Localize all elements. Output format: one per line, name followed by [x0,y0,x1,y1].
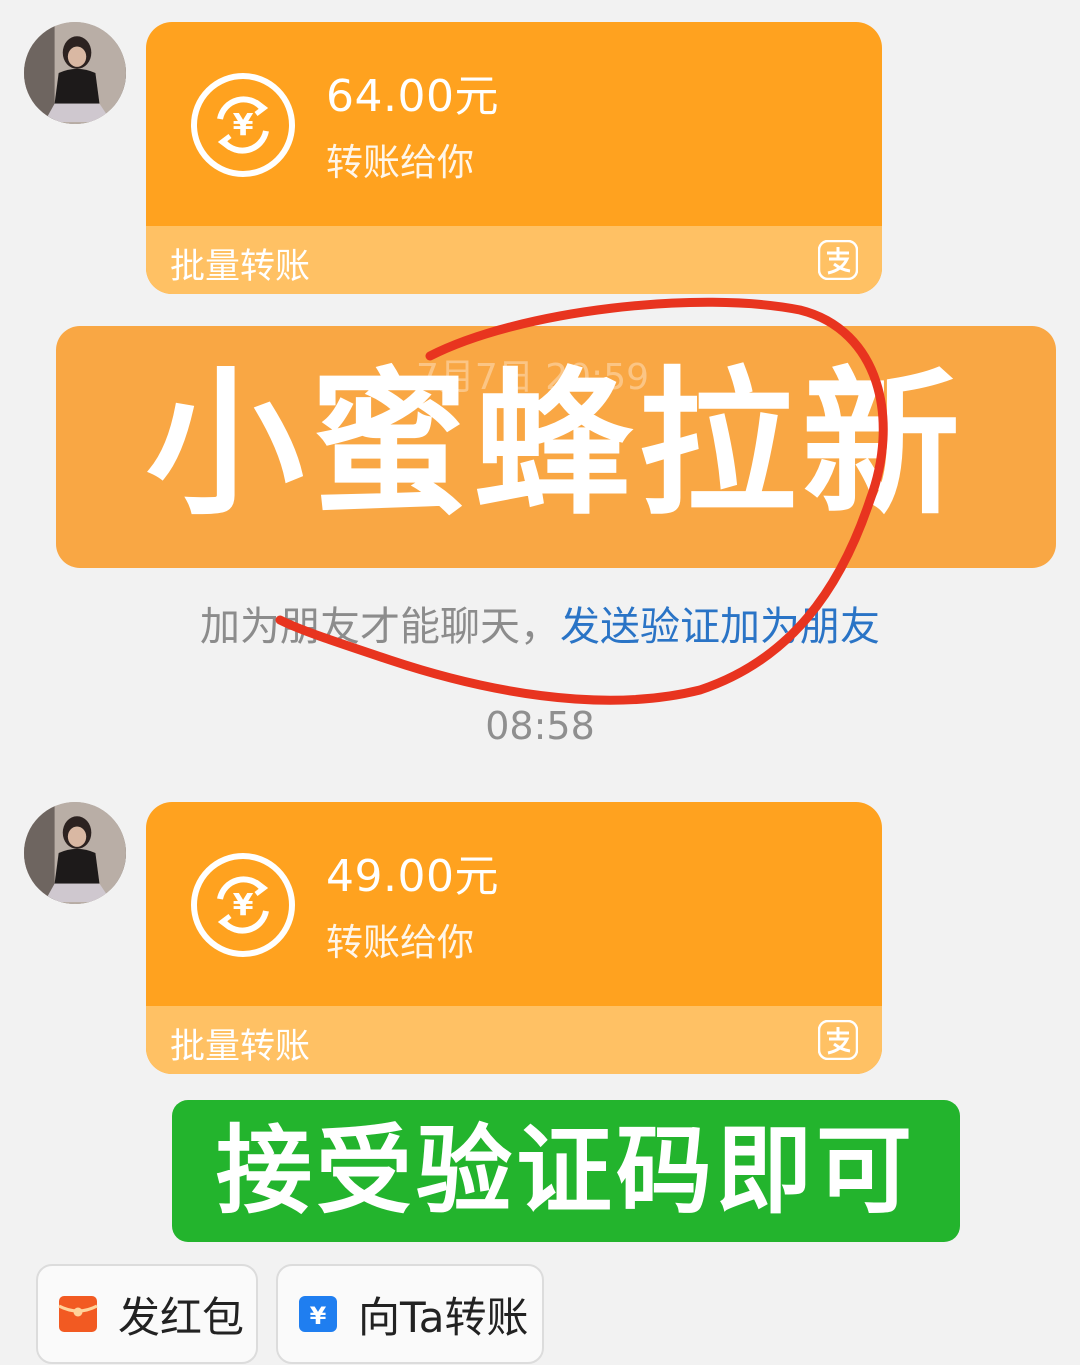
instruction-banner: 接受验证码即可 [172,1100,960,1242]
alipay-icon [818,240,858,280]
transfer-amount: 49.00元 [326,851,499,902]
avatar-image [24,22,126,124]
svg-text:¥: ¥ [233,888,254,923]
yuan-transfer-icon: ¥ [191,853,295,957]
transfer-amount: 64.00元 [326,71,499,122]
transfer-card-footer: 批量转账 [146,1006,882,1074]
notice-text: 加为朋友才能聊天， [200,604,560,650]
transfer-type-label: 批量转账 [170,247,311,287]
message-timestamp: 08:58 [485,704,595,748]
svg-text:¥: ¥ [310,1302,327,1330]
alipay-icon [818,1020,858,1060]
add-friend-link[interactable]: 发送验证加为朋友 [560,604,880,650]
svg-text:¥: ¥ [233,108,254,143]
transfer-card[interactable]: ¥ 49.00元 转账给你 批量转账 [146,802,882,1074]
transfer-card-body: ¥ 49.00元 转账给你 [146,802,882,1006]
send-red-packet-label: 发红包 [118,1292,245,1342]
transfer-description: 转账给你 [326,141,474,184]
transfer-to-ta-button[interactable]: ¥ 向Ta转账 [276,1264,544,1364]
promo-title: 小蜜蜂拉新 [146,353,966,537]
send-red-packet-button[interactable]: 发红包 [36,1264,258,1364]
transfer-card-body: ¥ 64.00元 转账给你 [146,22,882,226]
sender-avatar[interactable] [24,802,126,904]
transfer-card-footer: 批量转账 [146,226,882,294]
transfer-icon: ¥ [299,1296,337,1332]
transfer-to-ta-label: 向Ta转账 [358,1292,529,1342]
avatar-image [24,802,126,904]
transfer-type-label: 批量转账 [170,1027,311,1067]
transfer-card[interactable]: ¥ 64.00元 转账给你 批量转账 [146,22,882,294]
red-packet-icon [58,1296,98,1332]
sender-avatar[interactable] [24,22,126,124]
yuan-transfer-icon: ¥ [191,73,295,177]
transfer-description: 转账给你 [326,921,474,964]
friend-notice: 加为朋友才能聊天，发送验证加为朋友 [0,594,1080,652]
promo-overlay-banner: 7月7日 20:59 小蜜蜂拉新 [56,326,1056,568]
